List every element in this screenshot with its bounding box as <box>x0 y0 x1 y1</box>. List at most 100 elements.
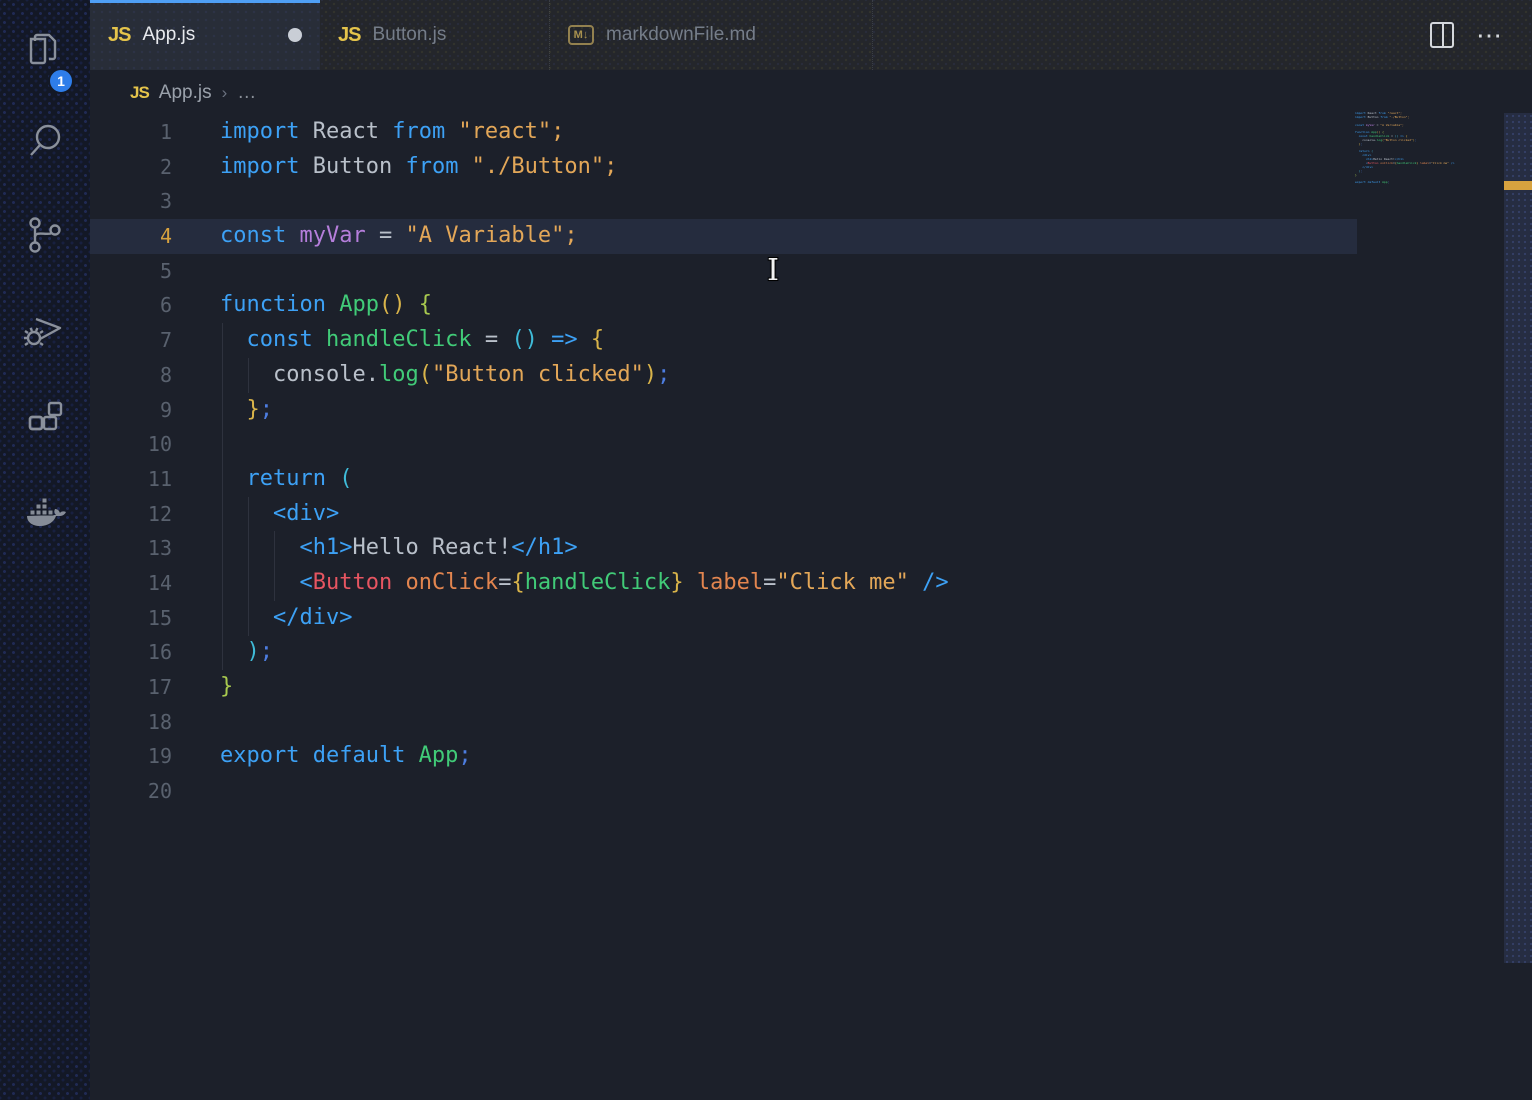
code-line[interactable]: 18 <box>90 705 1532 740</box>
code-text <box>172 184 220 219</box>
line-number: 10 <box>90 427 172 462</box>
code-line[interactable]: 4const myVar = "A Variable"; <box>90 219 1532 254</box>
code-line[interactable]: 15 </div> <box>90 601 1532 636</box>
code-line[interactable]: 3 <box>90 184 1532 219</box>
tab-label: App.js <box>142 24 195 46</box>
line-number: 17 <box>90 670 172 705</box>
tab-button-js[interactable]: JS Button.js <box>320 0 550 70</box>
line-number: 1 <box>90 115 172 150</box>
code-text: <Button onClick={handleClick} label="Cli… <box>172 566 949 601</box>
chevron-right-icon: › <box>222 83 228 103</box>
code-text <box>172 427 220 462</box>
overview-ruler-marker <box>1504 181 1532 190</box>
javascript-file-icon: JS <box>338 24 360 47</box>
code-line[interactable]: 17} <box>90 670 1532 705</box>
code-line[interactable]: 13 <h1>Hello React!</h1> <box>90 531 1532 566</box>
code-text <box>172 774 220 809</box>
code-text: return ( <box>172 462 352 497</box>
code-text <box>172 254 220 289</box>
sidebar-item-source-control[interactable] <box>0 198 90 276</box>
indent-guide <box>274 531 275 601</box>
line-number: 18 <box>90 705 172 740</box>
code-lines: 1import React from "react";2import Butto… <box>90 115 1532 809</box>
code-text: <h1>Hello React!</h1> <box>172 531 578 566</box>
code-line[interactable]: 11 return ( <box>90 462 1532 497</box>
sidebar-item-explorer[interactable]: 1 <box>0 14 90 92</box>
tab-label: markdownFile.md <box>606 24 756 46</box>
split-editor-icon[interactable] <box>1430 22 1454 48</box>
indent-guide <box>248 497 249 636</box>
code-line[interactable]: 16 ); <box>90 635 1532 670</box>
more-actions-icon[interactable]: ⋯ <box>1476 30 1504 40</box>
source-control-icon <box>23 213 67 262</box>
code-text: const myVar = "A Variable"; <box>172 219 578 254</box>
line-number: 8 <box>90 358 172 393</box>
sidebar-item-search[interactable] <box>0 104 90 182</box>
code-text <box>172 705 220 740</box>
code-line[interactable]: 10 <box>90 427 1532 462</box>
code-line[interactable]: 19export default App; <box>90 739 1532 774</box>
scrollbar[interactable] <box>1504 113 1532 963</box>
code-text: import React from "react"; <box>172 115 564 150</box>
editor-actions: ⋯ <box>1392 0 1532 70</box>
line-number: 14 <box>90 566 172 601</box>
code-line[interactable]: 8 console.log("Button clicked"); <box>90 358 1532 393</box>
code-line[interactable]: 5 <box>90 254 1532 289</box>
minimap[interactable]: import React from "react";import Button … <box>1355 112 1465 194</box>
code-line[interactable]: 1import React from "react"; <box>90 115 1532 150</box>
indent-guide <box>248 358 249 393</box>
code-line[interactable]: 14 <Button onClick={handleClick} label="… <box>90 566 1532 601</box>
breadcrumb: JS App.js › … <box>90 70 1532 115</box>
line-number: 15 <box>90 601 172 636</box>
docker-icon <box>22 490 68 541</box>
tab-markdown-md[interactable]: M↓ markdownFile.md <box>550 0 873 70</box>
explorer-badge: 1 <box>48 68 74 94</box>
editor-group: JS App.js JS Button.js M↓ markdownFile.m… <box>90 0 1532 1100</box>
sidebar-item-run-debug[interactable] <box>0 291 90 369</box>
line-number: 5 <box>90 254 172 289</box>
indent-guide <box>222 323 223 670</box>
javascript-file-icon: JS <box>108 24 130 47</box>
code-text: </div> <box>172 601 352 636</box>
line-number: 9 <box>90 393 172 428</box>
breadcrumb-file[interactable]: App.js <box>159 82 212 104</box>
code-text: } <box>172 670 233 705</box>
code-text: const handleClick = () => { <box>172 323 604 358</box>
code-text: import Button from "./Button"; <box>172 150 617 185</box>
code-line[interactable]: 20 <box>90 774 1532 809</box>
code-line[interactable]: 7 const handleClick = () => { <box>90 323 1532 358</box>
line-number: 6 <box>90 288 172 323</box>
modified-dot-icon[interactable] <box>288 28 302 42</box>
breadcrumb-more[interactable]: … <box>237 82 258 104</box>
extensions-icon <box>23 398 67 447</box>
line-number: 7 <box>90 323 172 358</box>
search-icon <box>23 119 67 168</box>
tab-app-js[interactable]: JS App.js <box>90 0 320 70</box>
code-text: console.log("Button clicked"); <box>172 358 670 393</box>
run-debug-icon <box>22 305 68 356</box>
line-number: 11 <box>90 462 172 497</box>
sidebar-item-extensions[interactable] <box>0 383 90 461</box>
line-number: 2 <box>90 150 172 185</box>
code-line[interactable]: 6function App() { <box>90 288 1532 323</box>
line-number: 19 <box>90 739 172 774</box>
activity-bar: 1 <box>0 0 90 1100</box>
line-number: 20 <box>90 774 172 809</box>
code-text: <div> <box>172 497 339 532</box>
line-number: 3 <box>90 184 172 219</box>
line-number: 4 <box>90 219 172 254</box>
code-editor[interactable]: 1import React from "react";2import Butto… <box>90 115 1532 1100</box>
javascript-file-icon: JS <box>130 83 149 103</box>
code-text: export default App; <box>172 739 472 774</box>
tab-bar: JS App.js JS Button.js M↓ markdownFile.m… <box>90 0 1532 70</box>
code-line[interactable]: 9 }; <box>90 393 1532 428</box>
code-line[interactable]: 2import Button from "./Button"; <box>90 150 1532 185</box>
line-number: 16 <box>90 635 172 670</box>
code-text: function App() { <box>172 288 432 323</box>
tab-label: Button.js <box>372 24 446 46</box>
code-line[interactable]: 12 <div> <box>90 497 1532 532</box>
markdown-file-icon: M↓ <box>568 25 594 45</box>
line-number: 12 <box>90 497 172 532</box>
sidebar-item-docker[interactable] <box>0 476 90 554</box>
line-number: 13 <box>90 531 172 566</box>
